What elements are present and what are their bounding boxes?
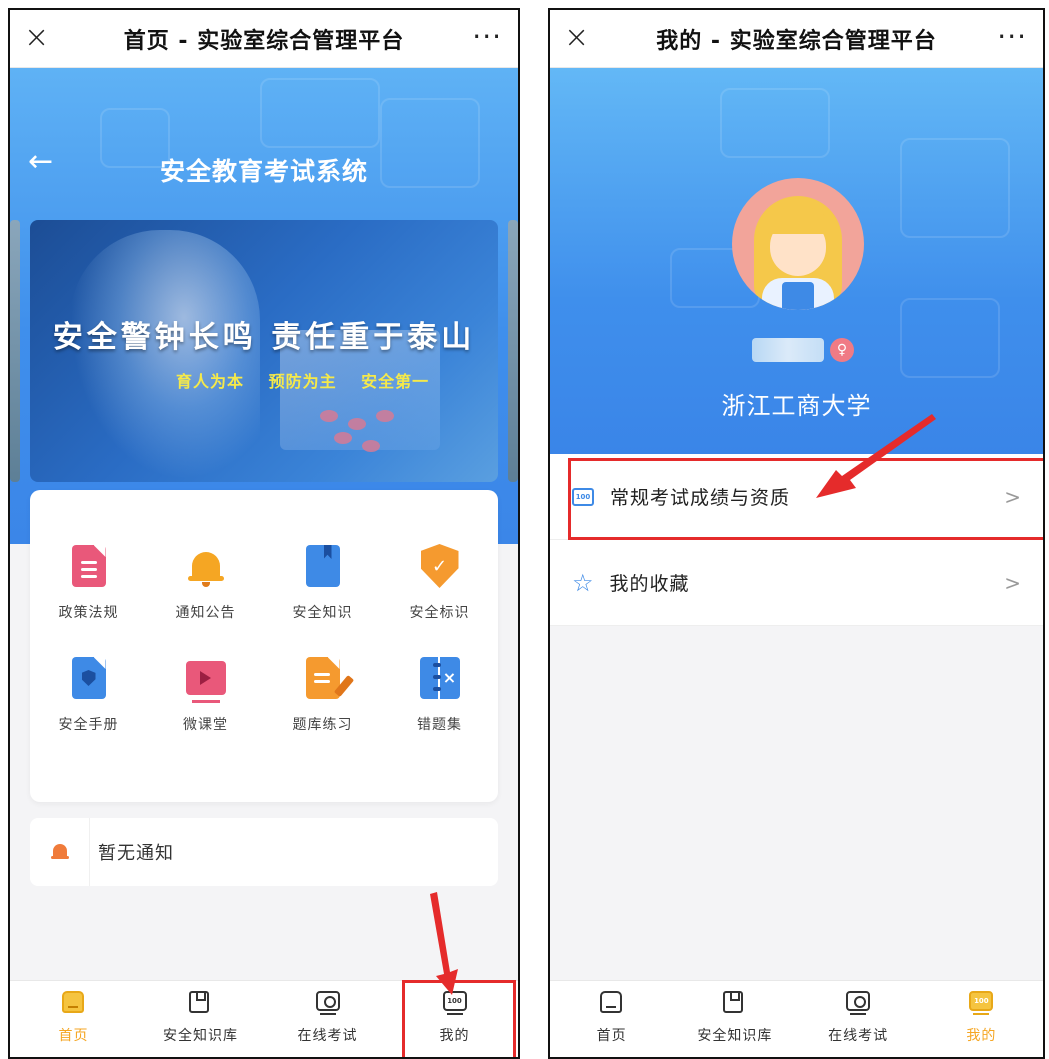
system-title: 安全教育考试系统 [159,157,368,186]
chevron-right-icon: > [1004,570,1021,595]
left-phone-screen: × 首页 - 实验室综合管理平台 ··· ← 安全教育考试系统 安全警钟长鸣 责… [8,8,520,1059]
policy-doc-icon [68,542,110,590]
petri-dish [376,410,394,422]
more-icon[interactable]: ··· [997,20,1027,54]
tab-label: 安全知识库 [163,1028,238,1044]
annotation-arrow [430,892,458,995]
petri-dish [348,418,366,430]
menu-item-manual[interactable]: 安全手册 [30,654,147,734]
menu-item-notice[interactable]: 通知公告 [147,542,264,622]
list-item-label: 我的收藏 [609,573,690,595]
close-icon[interactable]: × [564,20,589,56]
right-phone-screen: × 我的 - 实验室综合管理平台 ··· ♀ 浙江工商大学 100 常规考试成绩… [548,8,1045,1059]
tab-home[interactable]: 首页 [550,981,673,1057]
decorative-lab-illustration [900,298,1000,378]
tab-label: 我的 [966,1028,997,1044]
carousel-prev-peek[interactable] [10,220,20,482]
tab-label: 在线考试 [828,1028,889,1044]
more-icon[interactable]: ··· [472,20,502,54]
school-name: 浙江工商大学 [721,392,872,420]
notice-card[interactable]: 暂无通知 [30,818,498,886]
page-title: 我的 - 实验室综合管理平台 [656,28,937,54]
tab-label: 首页 [58,1028,89,1044]
bottom-tabbar: 首页 安全知识库 在线考试 100 我的 [550,980,1043,1057]
tab-mine[interactable]: 100 我的 [920,981,1043,1057]
shield-check-icon: ✓ [419,542,461,590]
video-play-icon [185,654,227,703]
menu-item-signs[interactable]: ✓ 安全标识 [381,542,498,622]
menu-item-knowledge[interactable]: 安全知识 [264,542,381,622]
decorative-lab-illustration [260,78,380,148]
page-title: 首页 - 实验室综合管理平台 [123,28,405,54]
monitor-exam-icon [846,991,871,1015]
petri-dish [362,440,380,452]
manual-shield-icon [68,654,110,702]
notice-text: 暂无通知 [98,843,174,864]
petri-dish [334,432,352,444]
menu-label: 安全手册 [58,717,119,733]
highlight-box-exam-results [568,458,1043,540]
tab-label: 安全知识库 [697,1028,773,1044]
banner-subtitle: 育人为本 预防为主 安全第一 [176,372,430,391]
tab-online-exam[interactable]: 在线考试 [264,981,391,1057]
carousel-next-peek[interactable] [508,220,518,482]
avatar[interactable] [732,178,864,310]
banner-slogan: 安全警钟长鸣 责任重于泰山 [52,320,476,355]
menu-label: 题库练习 [292,717,353,733]
tab-knowledge-base[interactable]: 安全知识库 [673,981,796,1057]
safety-banner[interactable]: 安全警钟长鸣 责任重于泰山 育人为本 预防为主 安全第一 [30,220,498,482]
menu-item-policy[interactable]: 政策法规 [30,542,147,622]
home-icon [61,991,86,1015]
menu-label: 错题集 [417,717,462,733]
exam-edit-icon [302,654,354,702]
username-blurred [752,338,824,362]
decorative-lab-illustration [720,88,830,158]
menu-label: 微课堂 [183,717,228,733]
titlebar: × 我的 - 实验室综合管理平台 ··· [550,10,1043,68]
tab-knowledge-base[interactable]: 安全知识库 [137,981,264,1057]
book-icon [722,991,747,1015]
tab-home[interactable]: 首页 [10,981,137,1057]
star-icon: ☆ [572,568,594,597]
titlebar: × 首页 - 实验室综合管理平台 ··· [10,10,518,68]
close-icon[interactable]: × [24,20,49,56]
notice-bell-icon [50,842,69,862]
petri-dish [320,410,338,422]
bell-icon [185,542,227,590]
menu-label: 通知公告 [175,605,236,621]
menu-label: 政策法规 [58,605,119,621]
annotation-arrow [816,414,936,498]
decorative-lab-illustration [900,138,1010,238]
book-icon [302,542,344,590]
menu-label: 安全标识 [409,605,470,621]
menu-item-practice[interactable]: 题库练习 [264,654,381,734]
book-icon [188,991,213,1015]
tab-label: 在线考试 [297,1028,358,1044]
monitor-exam-icon [315,991,340,1015]
function-menu-card: 政策法规 通知公告 安全知识 ✓ 安全标识 安全手册 微课堂 题库练习 × 错题… [30,490,498,802]
wrong-notebook-icon: × [419,654,461,702]
tab-label: 首页 [596,1028,627,1044]
profile-header: ♀ 浙江工商大学 [550,68,1043,454]
list-item-favorites[interactable]: ☆ 我的收藏 > [550,540,1043,626]
tab-online-exam[interactable]: 在线考试 [797,981,920,1057]
score-100-icon: 100 [969,991,994,1015]
menu-label: 安全知识 [292,605,353,621]
female-gender-icon: ♀ [830,338,854,362]
menu-item-microclass[interactable]: 微课堂 [147,654,264,734]
home-icon [599,991,624,1015]
menu-item-wrong-set[interactable]: × 错题集 [381,654,498,734]
